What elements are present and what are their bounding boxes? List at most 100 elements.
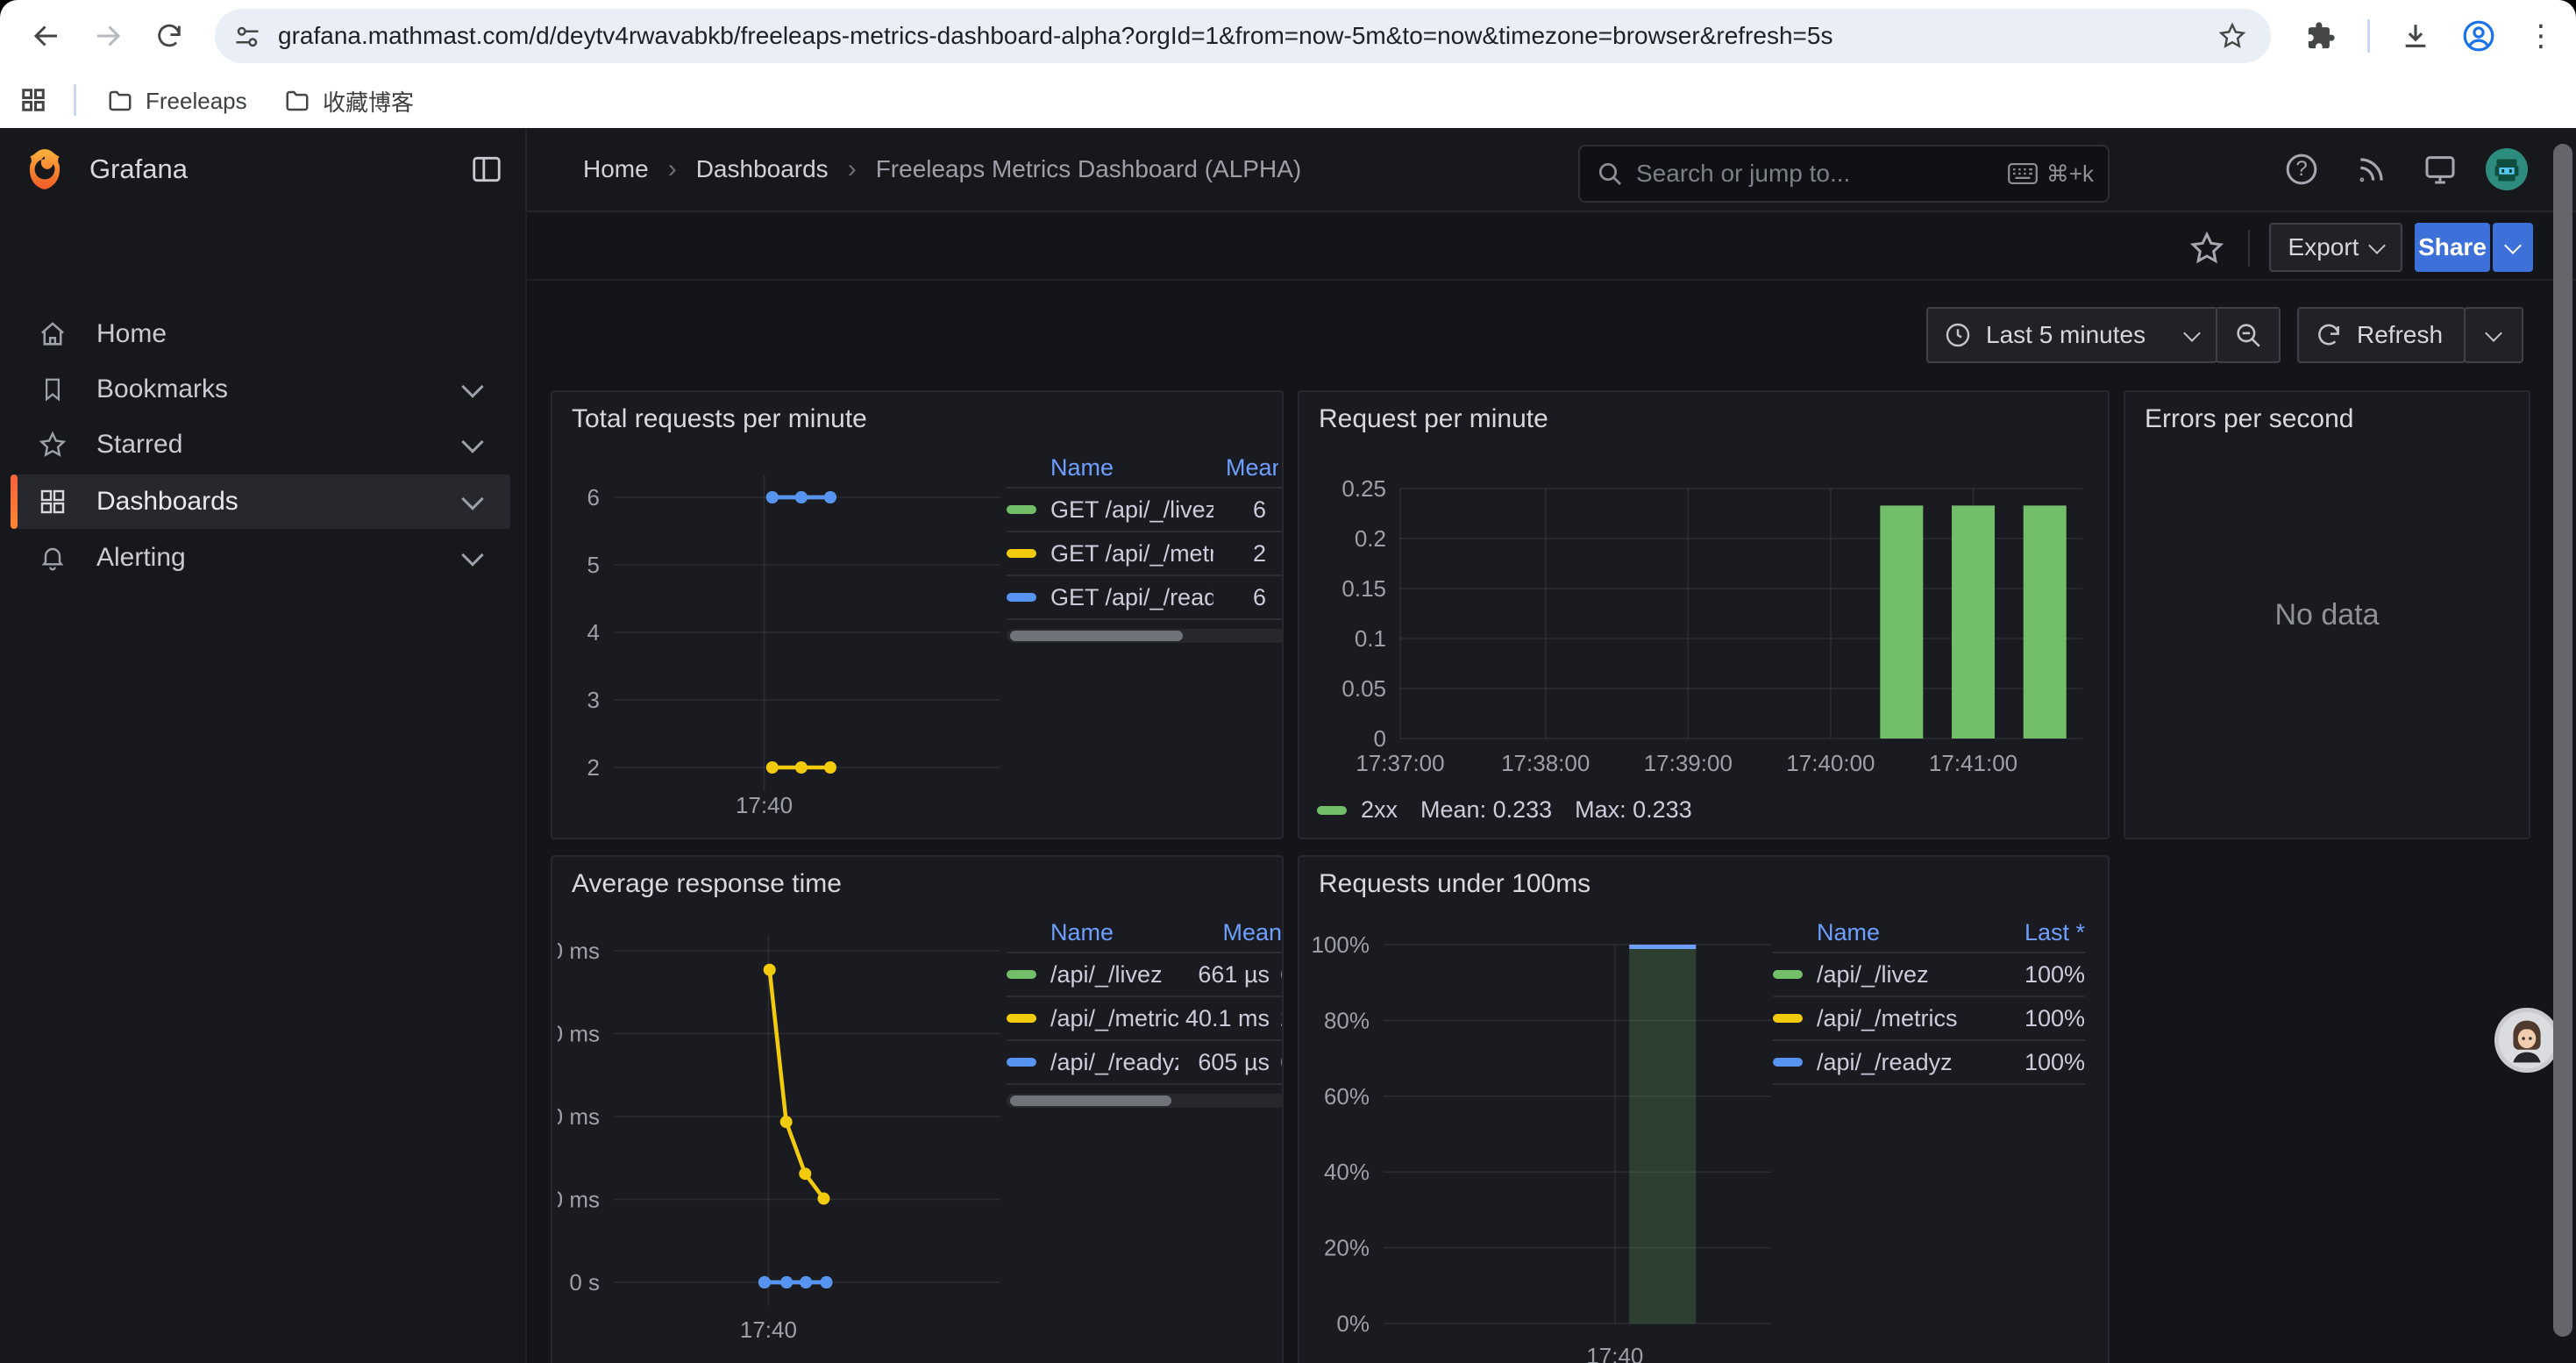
grafana-brand: Grafana [0, 128, 527, 211]
sidebar-item-alerting[interactable]: Alerting [11, 531, 510, 585]
url-text[interactable]: grafana.mathmast.com/d/deytv4rwavabkb/fr… [278, 22, 1832, 50]
svg-text:0.25: 0.25 [1341, 475, 1386, 502]
panel-title[interactable]: Total requests per minute [572, 404, 867, 434]
svg-text:80 ms: 80 ms [558, 938, 600, 964]
url-bar[interactable]: grafana.mathmast.com/d/deytv4rwavabkb/fr… [215, 9, 2271, 63]
panel-total-requests-per-minute[interactable]: Total requests per minute 6543217:40 Nam… [551, 390, 1284, 839]
monitor-icon[interactable] [2418, 147, 2462, 191]
legend-table: Name Mean GET /api/_/livez 6 GET /api/_/… [1007, 448, 1284, 643]
floating-assistant-avatar[interactable] [2493, 1006, 2561, 1074]
legend-row[interactable]: /api/_/readyz 100% [1773, 1041, 2085, 1085]
bookmark-folder-freeleaps[interactable]: Freeleaps [95, 82, 260, 119]
legend-header-row: Name Last * [1773, 913, 2085, 953]
collapse-sidebar-icon[interactable] [470, 153, 503, 186]
active-indicator [11, 475, 18, 529]
breadcrumb-dashboards[interactable]: Dashboards [696, 155, 829, 183]
page-scrollbar-thumb[interactable] [2553, 144, 2572, 1337]
legend-header-last[interactable]: Last * [1282, 919, 1284, 946]
chevron-down-icon[interactable] [461, 431, 483, 453]
legend-scrollbar[interactable] [1007, 629, 1284, 643]
sidebar-item-bookmarks[interactable]: Bookmarks [11, 362, 510, 417]
favorite-star-icon[interactable] [2185, 226, 2229, 270]
legend-row[interactable]: /api/_/metrics 100% [1773, 997, 2085, 1041]
downloads-icon[interactable] [2392, 12, 2439, 60]
site-settings-icon[interactable] [234, 24, 260, 50]
grafana-logo-icon[interactable] [23, 147, 67, 191]
legend-header-name[interactable]: Name [1050, 454, 1226, 482]
panel-requests-under-100ms[interactable]: Requests under 100ms 100%80%60%40%20%0%1… [1298, 855, 2110, 1363]
svg-text:6: 6 [587, 484, 600, 510]
search-input[interactable]: Search or jump to... ⌘+k [1578, 145, 2110, 203]
browser-menu-icon[interactable]: ⋮ [2522, 12, 2560, 60]
legend-row[interactable]: /api/_/livez 661 µs 646 µs [1007, 953, 1284, 997]
svg-text:17:41:00: 17:41:00 [1929, 750, 2017, 776]
series-color-pill [1773, 1058, 1803, 1067]
panel-title[interactable]: Requests under 100ms [1319, 869, 1590, 899]
search-placeholder: Search or jump to... [1636, 160, 2008, 188]
legend-header-last[interactable]: Last * [1997, 919, 2085, 946]
bell-icon [35, 544, 70, 572]
search-shortcut: ⌘+k [2008, 161, 2094, 188]
breadcrumb-separator-icon: › [668, 154, 677, 184]
svg-text:17:40: 17:40 [740, 1317, 797, 1343]
bookmark-star-icon[interactable] [2218, 22, 2246, 50]
share-button[interactable]: Share [2415, 223, 2490, 272]
user-avatar[interactable] [2485, 147, 2529, 191]
help-icon[interactable]: ? [2280, 147, 2323, 191]
zoom-out-button[interactable] [2216, 307, 2281, 363]
panel-errors-per-second[interactable]: Errors per second No data [2124, 390, 2530, 839]
actions-divider [2248, 230, 2250, 267]
legend-mean: Mean: 0.233 [1420, 796, 1552, 824]
forward-icon[interactable] [84, 12, 132, 60]
bookmarks-bar: Freeleaps 收藏博客 [0, 72, 2576, 129]
legend-table: Name Last * /api/_/livez 100% /api/_/met… [1773, 913, 2085, 1085]
sidebar-item-home[interactable]: Home [11, 307, 510, 361]
extensions-icon[interactable] [2297, 12, 2345, 60]
export-button[interactable]: Export [2269, 223, 2402, 272]
legend-scrollbar-thumb[interactable] [1010, 1095, 1171, 1106]
legend-item-2xx[interactable]: 2xx [1317, 796, 1398, 824]
apps-grid-icon[interactable] [12, 79, 54, 121]
legend-row[interactable]: /api/_/readyz 605 µs 620 µs [1007, 1041, 1284, 1085]
legend-row[interactable]: GET /api/_/metrics 2 [1007, 532, 1284, 576]
legend-header-name[interactable]: Name [1050, 919, 1191, 946]
refresh-interval-dropdown[interactable] [2464, 307, 2523, 363]
reload-icon[interactable] [146, 12, 193, 60]
panel-request-per-minute[interactable]: Request per minute 0.250.20.150.10.05017… [1298, 390, 2110, 839]
sidebar-item-starred[interactable]: Starred [11, 417, 510, 472]
sidebar-item-label: Bookmarks [96, 375, 465, 404]
legend-scrollbar[interactable] [1007, 1094, 1284, 1108]
chevron-down-icon[interactable] [461, 544, 483, 566]
svg-text:0 s: 0 s [569, 1269, 600, 1295]
legend-row[interactable]: GET /api/_/livez 6 [1007, 489, 1284, 532]
chevron-down-icon[interactable] [461, 375, 483, 397]
legend-row[interactable]: /api/_/livez 100% [1773, 953, 2085, 997]
chevron-down-icon [2504, 237, 2522, 254]
time-range-picker[interactable]: Last 5 minutes [1926, 307, 2217, 363]
sidebar-item-dashboards[interactable]: Dashboards [11, 475, 510, 529]
legend-header-mean[interactable]: Mean [1191, 919, 1282, 946]
refresh-button[interactable]: Refresh [2297, 307, 2466, 363]
legend-header-mean[interactable]: Mean [1226, 454, 1278, 482]
legend-scrollbar-thumb[interactable] [1010, 631, 1183, 641]
panel-average-response-time[interactable]: Average response time 80 ms60 ms40 ms20 … [551, 855, 1284, 1363]
legend-header-name[interactable]: Name [1817, 919, 1997, 946]
back-icon[interactable] [23, 12, 70, 60]
series-color-pill [1773, 1014, 1803, 1023]
news-rss-icon[interactable] [2350, 147, 2394, 191]
panel-title[interactable]: Request per minute [1319, 404, 1548, 434]
svg-text:40%: 40% [1324, 1159, 1370, 1185]
brand-name: Grafana [89, 153, 188, 185]
svg-text:0.1: 0.1 [1355, 625, 1386, 652]
profile-icon[interactable] [2455, 12, 2502, 60]
chevron-down-icon[interactable] [461, 488, 483, 510]
legend-row[interactable]: GET /api/_/readyz 6 [1007, 576, 1284, 620]
legend-row[interactable]: /api/_/metrics 40.1 ms 20.5 ms [1007, 997, 1284, 1041]
breadcrumb-home[interactable]: Home [583, 155, 649, 183]
svg-text:17:38:00: 17:38:00 [1501, 750, 1590, 776]
share-dropdown-button[interactable] [2493, 223, 2533, 272]
page-scrollbar[interactable] [2553, 137, 2572, 1356]
panel-title[interactable]: Average response time [572, 869, 842, 899]
svg-text:20 ms: 20 ms [558, 1187, 600, 1213]
bookmark-folder-blogs[interactable]: 收藏博客 [272, 82, 426, 119]
